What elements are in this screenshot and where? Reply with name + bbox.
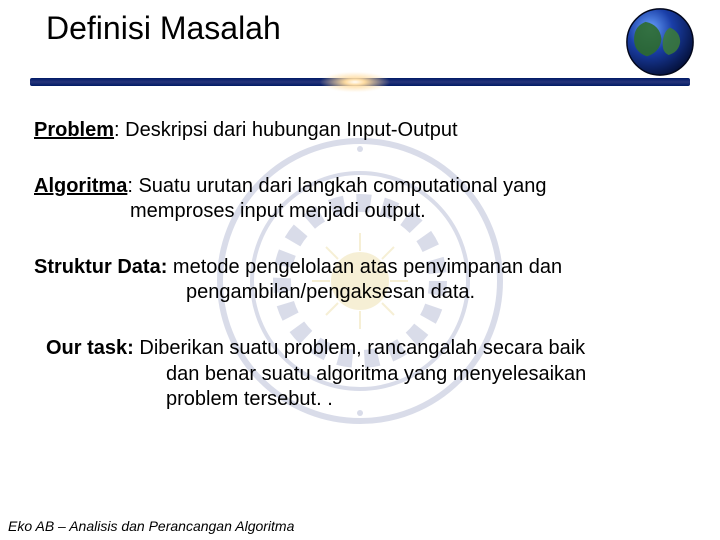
title-divider [30, 74, 690, 92]
def-our-task: Our task: Diberikan suatu problem, ranca… [46, 336, 686, 413]
def-algoritma: Algoritma: Suatu urutan dari langkah com… [34, 174, 686, 225]
label-problem: Problem [34, 119, 114, 141]
slide-title: Definisi Masalah [46, 10, 281, 47]
text-struktur-2: pengambilan/pengaksesan data. [34, 280, 686, 306]
text-algoritma-2: memproses input menjadi output. [34, 199, 686, 225]
globe-icon [624, 6, 696, 78]
content-area: Problem: Deskripsi dari hubungan Input-O… [34, 118, 686, 443]
text-problem: Deskripsi dari hubungan Input-Output [125, 119, 457, 141]
slide: Definisi Masalah Problem: Deskripsi dari… [0, 0, 720, 540]
def-problem: Problem: Deskripsi dari hubungan Input-O… [34, 118, 686, 144]
text-struktur-1: metode pengelolaan atas penyimpanan dan [167, 256, 562, 278]
label-task: Our task: [46, 337, 134, 359]
text-algoritma-1: Suatu urutan dari langkah computational … [138, 175, 546, 197]
text-task-3: problem tersebut. . [46, 387, 686, 413]
text-task-2: dan benar suatu algoritma yang menyelesa… [46, 362, 686, 388]
label-algoritma: Algoritma [34, 175, 127, 197]
footer-credit: Eko AB – Analisis dan Perancangan Algori… [8, 518, 294, 534]
def-struktur-data: Struktur Data: metode pengelolaan atas p… [34, 255, 686, 306]
text-task-1: Diberikan suatu problem, rancangalah sec… [134, 337, 585, 359]
label-struktur: Struktur Data: [34, 256, 167, 278]
